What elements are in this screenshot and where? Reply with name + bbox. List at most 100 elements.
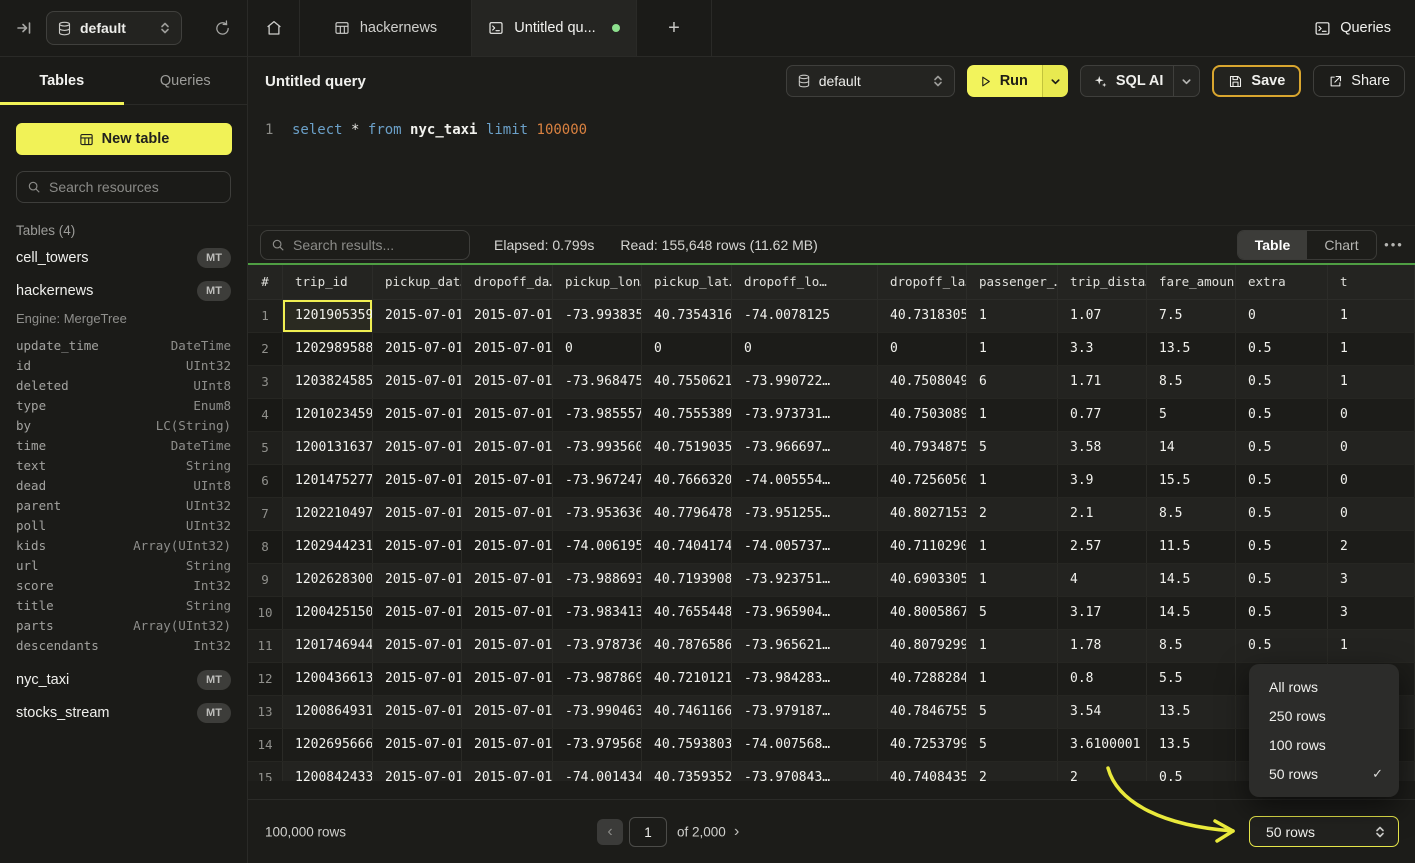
- table-cell[interactable]: 2015-07-01…: [462, 729, 553, 761]
- table-cell[interactable]: 2015-07-01…: [373, 465, 462, 497]
- table-cell[interactable]: 2015-07-01…: [373, 630, 462, 662]
- table-cell[interactable]: 0.5: [1236, 432, 1328, 464]
- table-cell[interactable]: 3.54: [1058, 696, 1147, 728]
- table-cell[interactable]: -73.968475…: [553, 366, 642, 398]
- table-cell[interactable]: 2015-07-01…: [462, 399, 553, 431]
- table-cell[interactable]: -73.990722…: [732, 366, 878, 398]
- table-cell[interactable]: 3.58: [1058, 432, 1147, 464]
- sql-ai-button[interactable]: SQL AI: [1081, 66, 1174, 96]
- table-cell[interactable]: 0: [732, 333, 878, 365]
- table-cell[interactable]: 40.8005867…: [878, 597, 967, 629]
- table-cell[interactable]: -73.965904…: [732, 597, 878, 629]
- table-cell[interactable]: 2015-07-01…: [373, 663, 462, 695]
- table-cell[interactable]: -73.966697…: [732, 432, 878, 464]
- view-toggle-table[interactable]: Table: [1238, 231, 1307, 259]
- table-cell[interactable]: 2015-07-01…: [462, 696, 553, 728]
- table-cell[interactable]: 1: [967, 630, 1058, 662]
- column-header[interactable]: pickup_lon…: [553, 265, 642, 299]
- new-table-button[interactable]: New table: [16, 123, 232, 155]
- table-cell[interactable]: 0.5: [1236, 597, 1328, 629]
- sidebar-tab-tables[interactable]: Tables: [0, 57, 124, 104]
- table-cell[interactable]: 2015-07-01…: [462, 333, 553, 365]
- table-cell[interactable]: -73.993560…: [553, 432, 642, 464]
- table-cell[interactable]: 1: [1328, 333, 1415, 365]
- table-cell[interactable]: -74.001434…: [553, 762, 642, 781]
- table-cell[interactable]: -74.007568…: [732, 729, 878, 761]
- table-cell[interactable]: 1200131637: [283, 432, 373, 464]
- table-cell[interactable]: 0: [553, 333, 642, 365]
- table-cell[interactable]: 3: [1328, 564, 1415, 596]
- table-cell[interactable]: 1201475277: [283, 465, 373, 497]
- sidebar-table-hackernews[interactable]: hackernews MT: [0, 274, 247, 307]
- table-cell[interactable]: 1.07: [1058, 300, 1147, 332]
- table-cell[interactable]: 14: [1147, 432, 1236, 464]
- table-cell[interactable]: 1202628300: [283, 564, 373, 596]
- table-cell[interactable]: -74.006195…: [553, 531, 642, 563]
- table-cell[interactable]: 2015-07-01…: [462, 498, 553, 530]
- table-cell[interactable]: -73.970843…: [732, 762, 878, 781]
- tab-home[interactable]: [248, 0, 300, 56]
- table-cell[interactable]: 2: [967, 498, 1058, 530]
- table-cell[interactable]: 1200842433: [283, 762, 373, 781]
- table-cell[interactable]: 1200864931: [283, 696, 373, 728]
- table-cell[interactable]: 2015-07-01…: [373, 729, 462, 761]
- table-cell[interactable]: 40.7256050…: [878, 465, 967, 497]
- column-header[interactable]: t: [1328, 265, 1415, 299]
- table-cell[interactable]: 2015-07-01…: [462, 564, 553, 596]
- table-cell[interactable]: -73.923751…: [732, 564, 878, 596]
- table-cell[interactable]: 1201746944: [283, 630, 373, 662]
- table-cell[interactable]: 0.5: [1236, 564, 1328, 596]
- table-cell[interactable]: 40.7193908…: [642, 564, 732, 596]
- tab-hackernews[interactable]: hackernews: [300, 0, 472, 56]
- table-cell[interactable]: 1: [1328, 366, 1415, 398]
- table-cell[interactable]: 2015-07-01…: [373, 564, 462, 596]
- table-cell[interactable]: 1200425150: [283, 597, 373, 629]
- table-cell[interactable]: 1202210497: [283, 498, 373, 530]
- page-size-option[interactable]: 50 rows✓: [1249, 759, 1399, 788]
- share-button[interactable]: Share: [1313, 65, 1405, 97]
- table-cell[interactable]: 0: [1328, 465, 1415, 497]
- more-options-icon[interactable]: •••: [1377, 237, 1411, 252]
- table-cell[interactable]: 0.5: [1236, 498, 1328, 530]
- queries-button[interactable]: Queries: [1314, 0, 1391, 56]
- table-cell[interactable]: 1201905359: [283, 300, 373, 332]
- table-cell[interactable]: 40.7519035…: [642, 432, 732, 464]
- table-cell[interactable]: 40.8079299…: [878, 630, 967, 662]
- column-header[interactable]: trip_dista…: [1058, 265, 1147, 299]
- table-cell[interactable]: -73.978736…: [553, 630, 642, 662]
- table-cell[interactable]: 6: [967, 366, 1058, 398]
- table-cell[interactable]: 2015-07-01…: [462, 366, 553, 398]
- table-cell[interactable]: 15.5: [1147, 465, 1236, 497]
- table-cell[interactable]: 0.5: [1236, 531, 1328, 563]
- search-resources-input[interactable]: [49, 179, 230, 195]
- table-cell[interactable]: 40.7110290…: [878, 531, 967, 563]
- table-cell[interactable]: -73.985557…: [553, 399, 642, 431]
- table-cell[interactable]: 2015-07-01…: [462, 432, 553, 464]
- table-cell[interactable]: 2015-07-01…: [462, 762, 553, 781]
- save-button[interactable]: Save: [1212, 65, 1301, 97]
- run-options-button[interactable]: [1042, 65, 1068, 97]
- table-cell[interactable]: 2015-07-01…: [462, 465, 553, 497]
- column-header[interactable]: passenger_…: [967, 265, 1058, 299]
- table-cell[interactable]: -73.987869…: [553, 663, 642, 695]
- table-cell[interactable]: 0: [1328, 498, 1415, 530]
- table-cell[interactable]: 1: [967, 564, 1058, 596]
- table-cell[interactable]: 1201023459: [283, 399, 373, 431]
- table-cell[interactable]: 2015-07-01…: [373, 333, 462, 365]
- column-header[interactable]: fare_amount: [1147, 265, 1236, 299]
- table-cell[interactable]: 3: [1328, 597, 1415, 629]
- table-cell[interactable]: 2015-07-01…: [373, 366, 462, 398]
- table-cell[interactable]: 0.5: [1236, 333, 1328, 365]
- table-cell[interactable]: 2015-07-01…: [373, 597, 462, 629]
- table-cell[interactable]: 1: [967, 300, 1058, 332]
- table-cell[interactable]: 40.7503089…: [878, 399, 967, 431]
- database-selector[interactable]: default: [46, 11, 182, 45]
- table-cell[interactable]: 5: [967, 729, 1058, 761]
- table-cell[interactable]: 13.5: [1147, 696, 1236, 728]
- table-cell[interactable]: 3.3: [1058, 333, 1147, 365]
- table-cell[interactable]: 0.5: [1147, 762, 1236, 781]
- table-cell[interactable]: 2: [1058, 762, 1147, 781]
- table-cell[interactable]: -73.979568…: [553, 729, 642, 761]
- sql-editor[interactable]: 1 select * from nyc_taxi limit 100000: [248, 105, 1415, 225]
- page-size-select[interactable]: 50 rows: [1249, 816, 1399, 847]
